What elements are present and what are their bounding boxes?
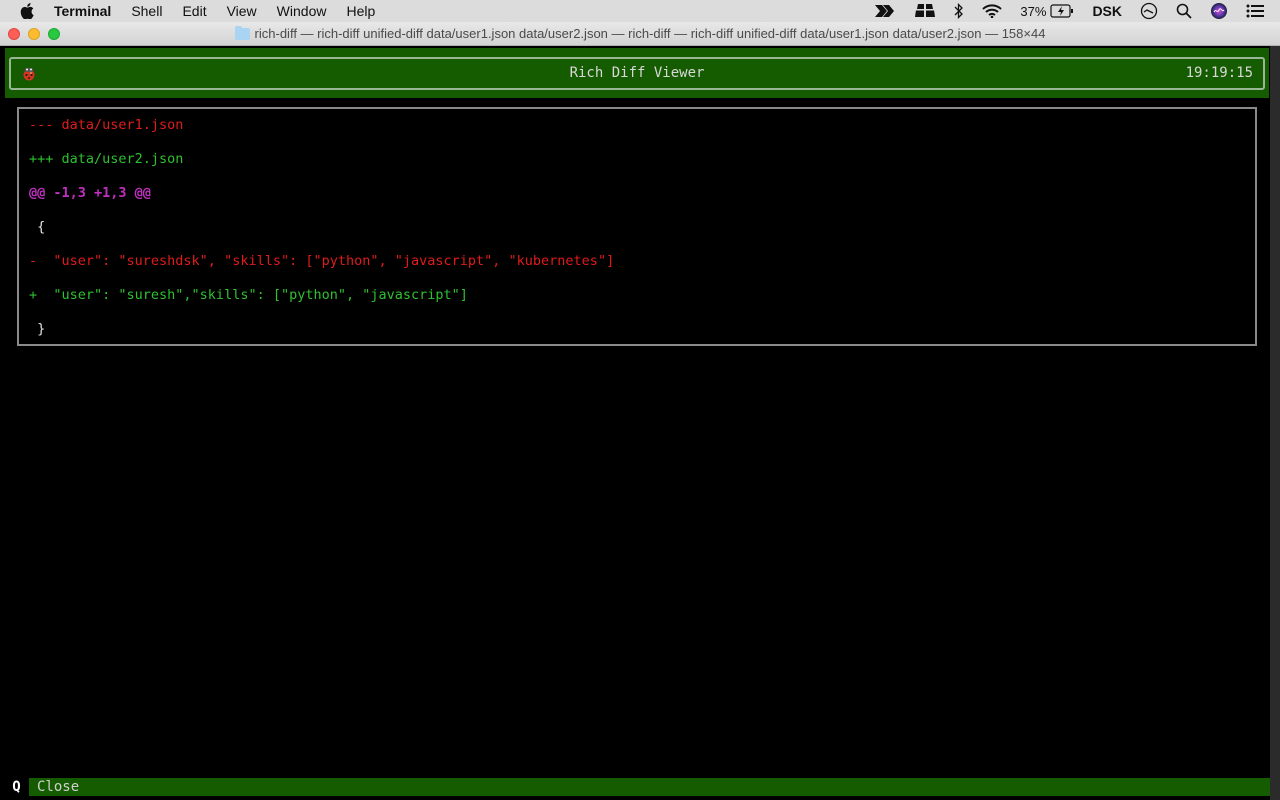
window-controls	[8, 28, 68, 40]
send-arrow-icon[interactable]	[874, 4, 896, 18]
wifi-icon[interactable]	[982, 4, 1003, 18]
window-title: rich-diff — rich-diff unified-diff data/…	[254, 26, 1046, 41]
window-title-bar: rich-diff — rich-diff unified-diff data/…	[0, 22, 1280, 46]
folder-icon	[234, 25, 250, 40]
menu-shell[interactable]: Shell	[131, 3, 162, 19]
siri-icon[interactable]	[1210, 2, 1228, 20]
tray-icon[interactable]	[914, 4, 936, 18]
diff-panel[interactable]: --- data/user1.json +++ data/user2.json …	[17, 107, 1257, 346]
app-header: Rich Diff Viewer 19:19:15	[5, 48, 1269, 98]
close-action-label: Close	[37, 779, 80, 795]
hunk-header: @@ -1,3 +1,3 @@	[29, 185, 151, 201]
clock-icon[interactable]	[1140, 2, 1158, 20]
terminal-view[interactable]: Rich Diff Viewer 19:19:15 --- data/user1…	[0, 46, 1280, 800]
menu-bar-status-area: 37% DSK	[874, 0, 1280, 22]
app-title: Rich Diff Viewer	[569, 65, 705, 81]
menu-bar: Terminal Shell Edit View Window Help 37%…	[0, 0, 1280, 22]
menu-window[interactable]: Window	[277, 3, 327, 19]
zoom-window-button[interactable]	[48, 28, 60, 40]
diff-line-context: {	[29, 219, 46, 235]
notification-center-icon[interactable]	[1246, 4, 1264, 18]
diff-line-removed: - "user": "sureshdsk", "skills": ["pytho…	[29, 253, 615, 269]
battery-charging-icon[interactable]	[1050, 4, 1074, 18]
menu-edit[interactable]: Edit	[182, 3, 206, 19]
minimize-window-button[interactable]	[28, 28, 40, 40]
spotlight-search-icon[interactable]	[1176, 3, 1192, 19]
header-clock: 19:19:15	[1185, 65, 1253, 81]
apple-menu-icon[interactable]	[20, 3, 38, 19]
diff-line-context: }	[29, 321, 46, 337]
menu-terminal[interactable]: Terminal	[54, 3, 111, 19]
close-action-button[interactable]: Close	[29, 778, 1270, 796]
menu-help[interactable]: Help	[346, 3, 375, 19]
bluetooth-icon[interactable]	[954, 3, 964, 19]
old-file-header: --- data/user1.json	[29, 117, 184, 133]
user-name[interactable]: DSK	[1092, 3, 1122, 19]
footer-bar: Q Close	[0, 778, 1270, 796]
terminal-scrollbar[interactable]	[1270, 46, 1280, 800]
close-window-button[interactable]	[8, 28, 20, 40]
battery-percent[interactable]: 37%	[1020, 4, 1046, 19]
menu-view[interactable]: View	[227, 3, 257, 19]
close-shortcut-key[interactable]: Q	[0, 779, 29, 795]
new-file-header: +++ data/user2.json	[29, 151, 184, 167]
diff-line-added: + "user": "suresh","skills": ["python", …	[29, 287, 468, 303]
